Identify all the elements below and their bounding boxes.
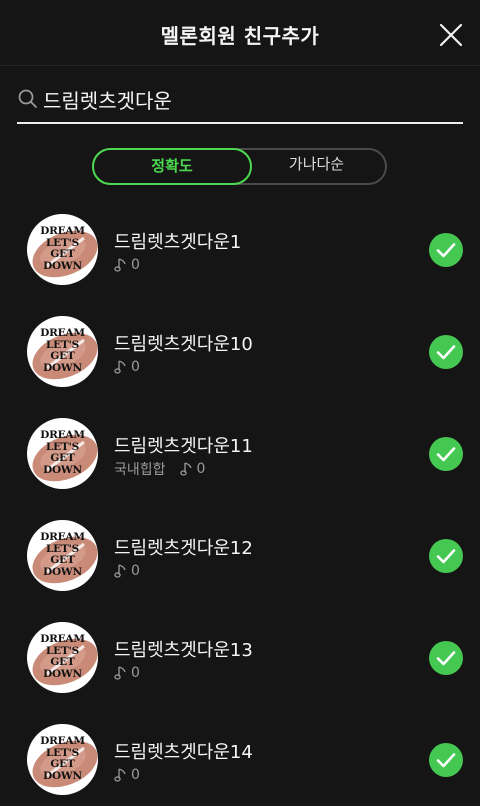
added-check-button[interactable] <box>429 335 463 369</box>
avatar-text-line: GET <box>50 656 75 668</box>
avatar: DREAM LET'S GET DOWN <box>27 418 98 489</box>
header-bar: 멜론회원 친구추가 <box>0 0 480 66</box>
user-row[interactable]: DREAM LET'S GET DOWN 드림렛츠겟다운14 0 <box>0 706 480 806</box>
like-count: 0 <box>131 767 140 783</box>
like-count: 0 <box>131 665 140 681</box>
user-name: 드림렛츠겟다운13 <box>114 640 253 661</box>
avatar-text: DREAM LET'S GET DOWN <box>27 633 98 680</box>
avatar-text: DREAM LET'S GET DOWN <box>27 429 98 476</box>
avatar-text-line: GET <box>50 350 75 362</box>
user-meta: 0 <box>114 256 140 274</box>
music-note-icon <box>114 258 126 272</box>
search-input[interactable] <box>43 82 453 116</box>
check-icon <box>436 345 456 360</box>
like-count: 0 <box>131 359 140 375</box>
avatar: DREAM LET'S GET DOWN <box>27 520 98 591</box>
music-note-icon <box>179 462 192 476</box>
avatar-text-line: DREAM <box>40 735 85 747</box>
avatar-text-line: DOWN <box>43 463 82 476</box>
user-meta: 0 <box>114 562 140 580</box>
user-name: 드림렛츠겟다운11 <box>114 436 253 457</box>
like-count: 0 <box>131 563 140 579</box>
close-icon <box>439 23 463 47</box>
avatar: DREAM LET'S GET DOWN <box>27 724 98 795</box>
check-icon <box>436 549 456 564</box>
avatar-text: DREAM LET'S GET DOWN <box>27 327 98 374</box>
like-count: 0 <box>196 461 206 477</box>
user-row[interactable]: DREAM LET'S GET DOWN 드림렛츠겟다운12 0 <box>0 502 480 604</box>
added-check-button[interactable] <box>429 743 463 777</box>
avatar-text-line: DOWN <box>43 667 82 680</box>
avatar-text-line: GET <box>50 248 75 260</box>
avatar-text-line: DREAM <box>40 327 85 339</box>
avatar-text-line: DREAM <box>40 429 85 441</box>
user-name: 드림렛츠겟다운12 <box>114 538 253 559</box>
avatar-text-line: DREAM <box>40 225 85 237</box>
user-genre: 국내힙합 <box>114 462 166 478</box>
avatar: DREAM LET'S GET DOWN <box>27 622 98 693</box>
user-name: 드림렛츠겟다운1 <box>114 232 242 253</box>
check-icon <box>436 651 456 666</box>
avatar-text-line: GET <box>50 758 75 770</box>
avatar: DREAM LET'S GET DOWN <box>27 214 98 285</box>
page-title: 멜론회원 친구추가 <box>160 24 320 48</box>
user-row[interactable]: DREAM LET'S GET DOWN 드림렛츠겟다운10 0 <box>0 298 480 400</box>
avatar-text-line: DREAM <box>40 633 85 645</box>
avatar-text-line: GET <box>50 452 75 464</box>
user-meta: 0 <box>114 766 140 784</box>
avatar-text-line: DOWN <box>43 361 82 374</box>
user-row[interactable]: DREAM LET'S GET DOWN 드림렛츠겟다운11 국내힙합 0 <box>0 400 480 502</box>
added-check-button[interactable] <box>429 641 463 675</box>
music-note-icon <box>114 666 126 680</box>
user-row[interactable]: DREAM LET'S GET DOWN 드림렛츠겟다운1 0 <box>0 196 480 298</box>
avatar-text: DREAM LET'S GET DOWN <box>27 531 98 578</box>
sort-toggle: 정확도 가나다순 <box>92 148 387 185</box>
avatar-text-line: DOWN <box>43 769 82 782</box>
user-row[interactable]: DREAM LET'S GET DOWN 드림렛츠겟다운13 0 <box>0 604 480 706</box>
search-icon <box>18 89 37 108</box>
avatar: DREAM LET'S GET DOWN <box>27 316 98 387</box>
added-check-button[interactable] <box>429 437 463 471</box>
added-check-button[interactable] <box>429 539 463 573</box>
user-name: 드림렛츠겟다운10 <box>114 334 253 355</box>
check-icon <box>436 753 456 768</box>
like-count: 0 <box>131 257 140 273</box>
sort-accuracy-button[interactable]: 정확도 <box>92 148 252 185</box>
user-name: 드림렛츠겟다운14 <box>114 742 253 763</box>
avatar-text: DREAM LET'S GET DOWN <box>27 225 98 272</box>
avatar-text-line: DOWN <box>43 565 82 578</box>
music-note-icon <box>114 564 126 578</box>
avatar-text-line: GET <box>50 554 75 566</box>
avatar-text-line: DOWN <box>43 259 82 272</box>
user-meta: 국내힙합 0 <box>114 460 205 478</box>
close-button[interactable] <box>434 18 468 52</box>
user-meta: 0 <box>114 358 140 376</box>
music-note-icon <box>114 360 126 374</box>
search-bar <box>17 80 463 124</box>
added-check-button[interactable] <box>429 233 463 267</box>
music-note-icon <box>114 768 126 782</box>
sort-alphabetical-button[interactable]: 가나다순 <box>244 148 389 185</box>
check-icon <box>436 243 456 258</box>
user-meta: 0 <box>114 664 140 682</box>
check-icon <box>436 447 456 462</box>
avatar-text: DREAM LET'S GET DOWN <box>27 735 98 782</box>
avatar-text-line: DREAM <box>40 531 85 543</box>
